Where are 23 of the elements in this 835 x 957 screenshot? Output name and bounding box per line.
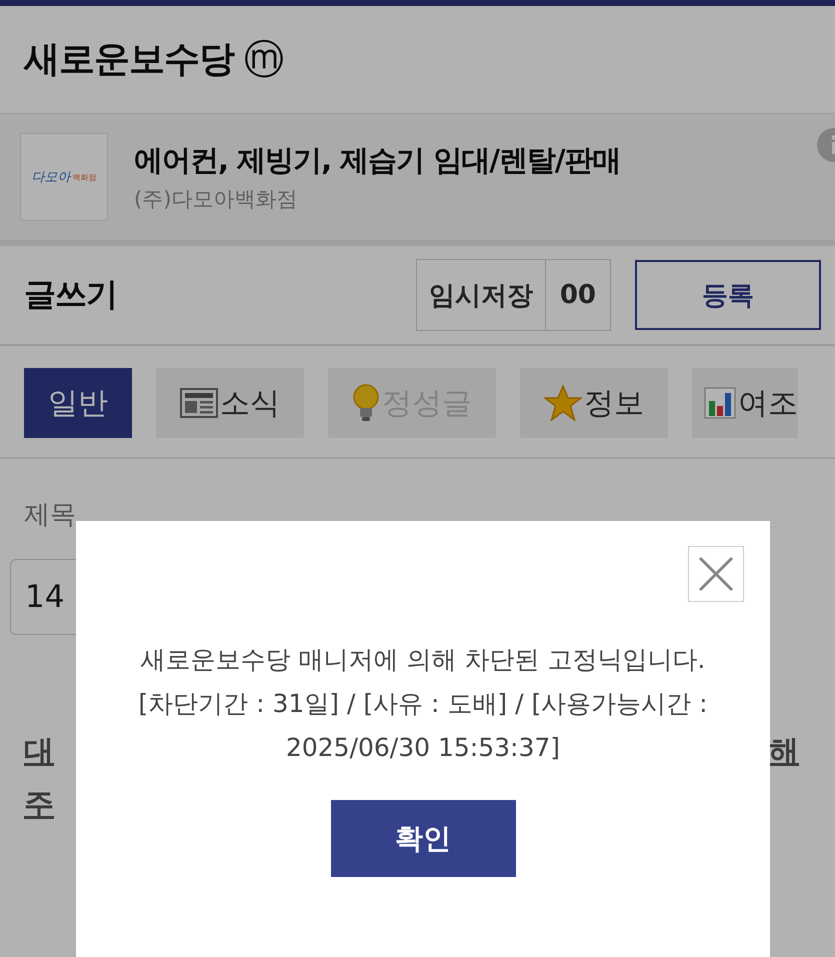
page-heading: 글쓰기 <box>24 274 118 315</box>
star-icon <box>544 385 582 421</box>
bar-chart-icon <box>704 387 736 419</box>
category-tab[interactable]: 여조 <box>692 368 798 438</box>
block-message: 새로운보수당 매니저에 의해 차단된 고정닉입니다. [차단기간 : 31일] / [사유 : 도배] / [사용가능시간 : 2025/06/30 15:53:37] <box>138 644 708 764</box>
notice-link[interactable]: 대 <box>24 731 54 772</box>
manager-mark: ⓜ <box>244 40 284 80</box>
category-tab[interactable]: 일반 <box>24 368 132 438</box>
category-tab[interactable]: 정보 <box>520 368 668 438</box>
gallery-title: 새로운보수당 <box>24 38 234 82</box>
notice-link[interactable]: 주 <box>24 784 54 825</box>
confirm-button[interactable]: 확인 <box>330 800 516 877</box>
close-button[interactable] <box>688 546 744 602</box>
category-tab[interactable]: 소식 <box>156 368 304 438</box>
light-bulb-icon <box>352 384 380 422</box>
ad-title[interactable]: 에어컨, 제빙기, 제습기 임대/렌탈/판매 <box>134 141 621 181</box>
company-name: (주)다모아백화점 <box>134 186 298 213</box>
submit-button[interactable]: 등록 <box>635 260 821 330</box>
notice-link[interactable]: 해 <box>769 731 799 772</box>
newspaper-icon <box>180 387 218 419</box>
temp-save-button[interactable]: 임시저장 00 <box>416 259 611 331</box>
close-icon <box>698 556 734 592</box>
subject-label: 제목 <box>24 499 77 532</box>
